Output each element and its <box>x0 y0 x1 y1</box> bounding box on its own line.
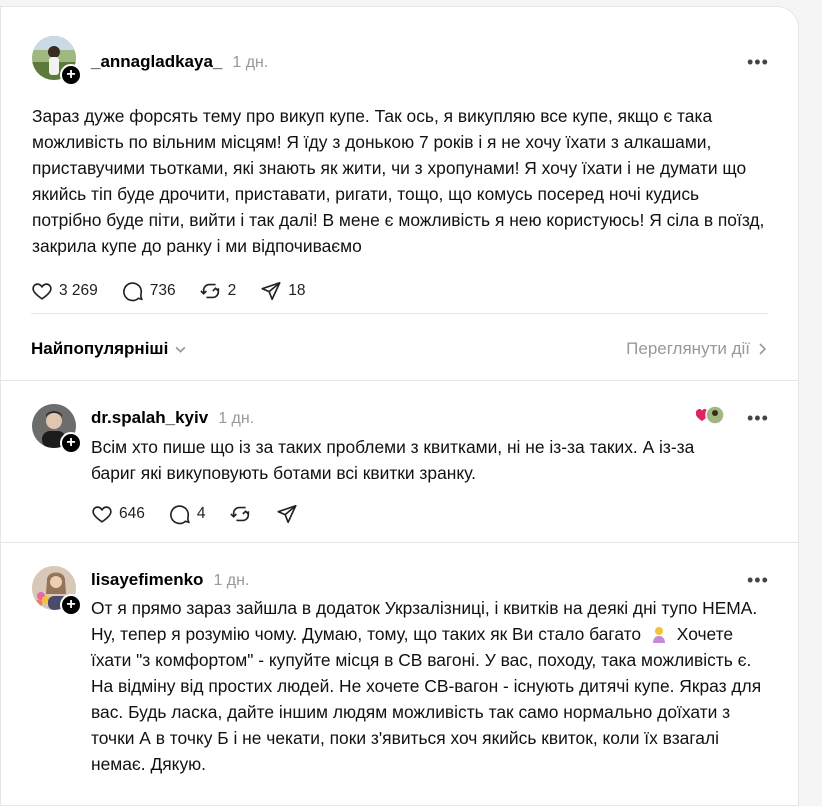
sort-label: Найпопулярніші <box>31 339 169 358</box>
chevron-right-icon <box>759 343 767 355</box>
reply-text: Всім хто пише що із за таких проблеми з … <box>91 437 695 483</box>
repost-button[interactable] <box>229 503 252 525</box>
reply-count: 736 <box>149 282 176 299</box>
send-icon <box>261 281 281 301</box>
sort-bar: Найпопулярніші Переглянути дії <box>31 335 768 363</box>
repost-count: 2 <box>227 282 237 299</box>
reply-text-part: Хочете їхати "з комфортом" - купуйте міс… <box>91 624 762 774</box>
comment-icon <box>169 505 190 525</box>
post-time[interactable]: 1 дн. <box>232 54 268 72</box>
share-button[interactable] <box>276 503 298 525</box>
post-actions: 3 269 736 2 18 <box>31 280 330 302</box>
like-button[interactable]: 646 <box>91 503 145 525</box>
divider <box>31 313 768 314</box>
follow-plus-icon[interactable]: + <box>60 64 82 86</box>
like-count: 646 <box>119 505 145 522</box>
reply-button[interactable]: 736 <box>122 280 176 302</box>
share-button[interactable]: 18 <box>260 280 306 302</box>
liked-by-author-icon <box>695 405 726 427</box>
repost-icon <box>200 283 219 299</box>
main-post: + _annagladkaya_ 1 дн. ••• Зараз дуже фо… <box>1 7 798 337</box>
post-text: Зараз дуже форсять тему про викуп купе. … <box>32 106 765 256</box>
more-icon[interactable]: ••• <box>747 571 771 591</box>
repost-button[interactable]: 2 <box>200 280 237 302</box>
post-time[interactable]: 1 дн. <box>213 572 249 590</box>
repost-icon <box>229 506 249 522</box>
follow-plus-icon[interactable]: + <box>60 594 82 616</box>
avatar-dr-spalah-kyiv[interactable]: + <box>32 404 82 454</box>
more-icon[interactable]: ••• <box>747 409 771 429</box>
comment-icon <box>122 282 143 302</box>
username[interactable]: _annagladkaya_ <box>91 52 222 72</box>
follow-plus-icon[interactable]: + <box>60 432 82 454</box>
reply-post: + lisayefimenko 1 дн. ••• От я прямо зар… <box>1 543 798 803</box>
reply-post: + dr.spalah_kyiv 1 дн. ••• Всім хто пише… <box>1 381 798 543</box>
reply-actions: 646 4 <box>91 503 322 525</box>
avatar-annagladkaya[interactable]: + <box>32 36 82 86</box>
heart-icon <box>32 283 52 300</box>
avatar-lisayefimenko[interactable]: + <box>32 566 82 616</box>
post-time[interactable]: 1 дн. <box>218 410 254 428</box>
like-count: 3 269 <box>59 282 98 299</box>
username[interactable]: lisayefimenko <box>91 570 203 590</box>
person-emoji-icon <box>650 624 668 643</box>
chevron-down-icon <box>175 346 186 353</box>
reply-count: 4 <box>196 505 206 522</box>
username[interactable]: dr.spalah_kyiv <box>91 408 208 428</box>
thread-card: + _annagladkaya_ 1 дн. ••• Зараз дуже фо… <box>0 6 799 806</box>
reply-text: От я прямо зараз зайшла в додаток Укрзал… <box>91 595 771 777</box>
more-icon[interactable]: ••• <box>747 53 771 73</box>
view-activity-link[interactable]: Переглянути дії <box>626 339 768 359</box>
reply-button[interactable]: 4 <box>169 503 206 525</box>
sort-dropdown[interactable]: Найпопулярніші <box>31 339 187 359</box>
send-icon <box>276 504 297 524</box>
like-button[interactable]: 3 269 <box>31 280 98 302</box>
heart-icon <box>92 506 112 523</box>
share-count: 18 <box>288 282 306 299</box>
view-activity-label: Переглянути дії <box>626 339 750 358</box>
